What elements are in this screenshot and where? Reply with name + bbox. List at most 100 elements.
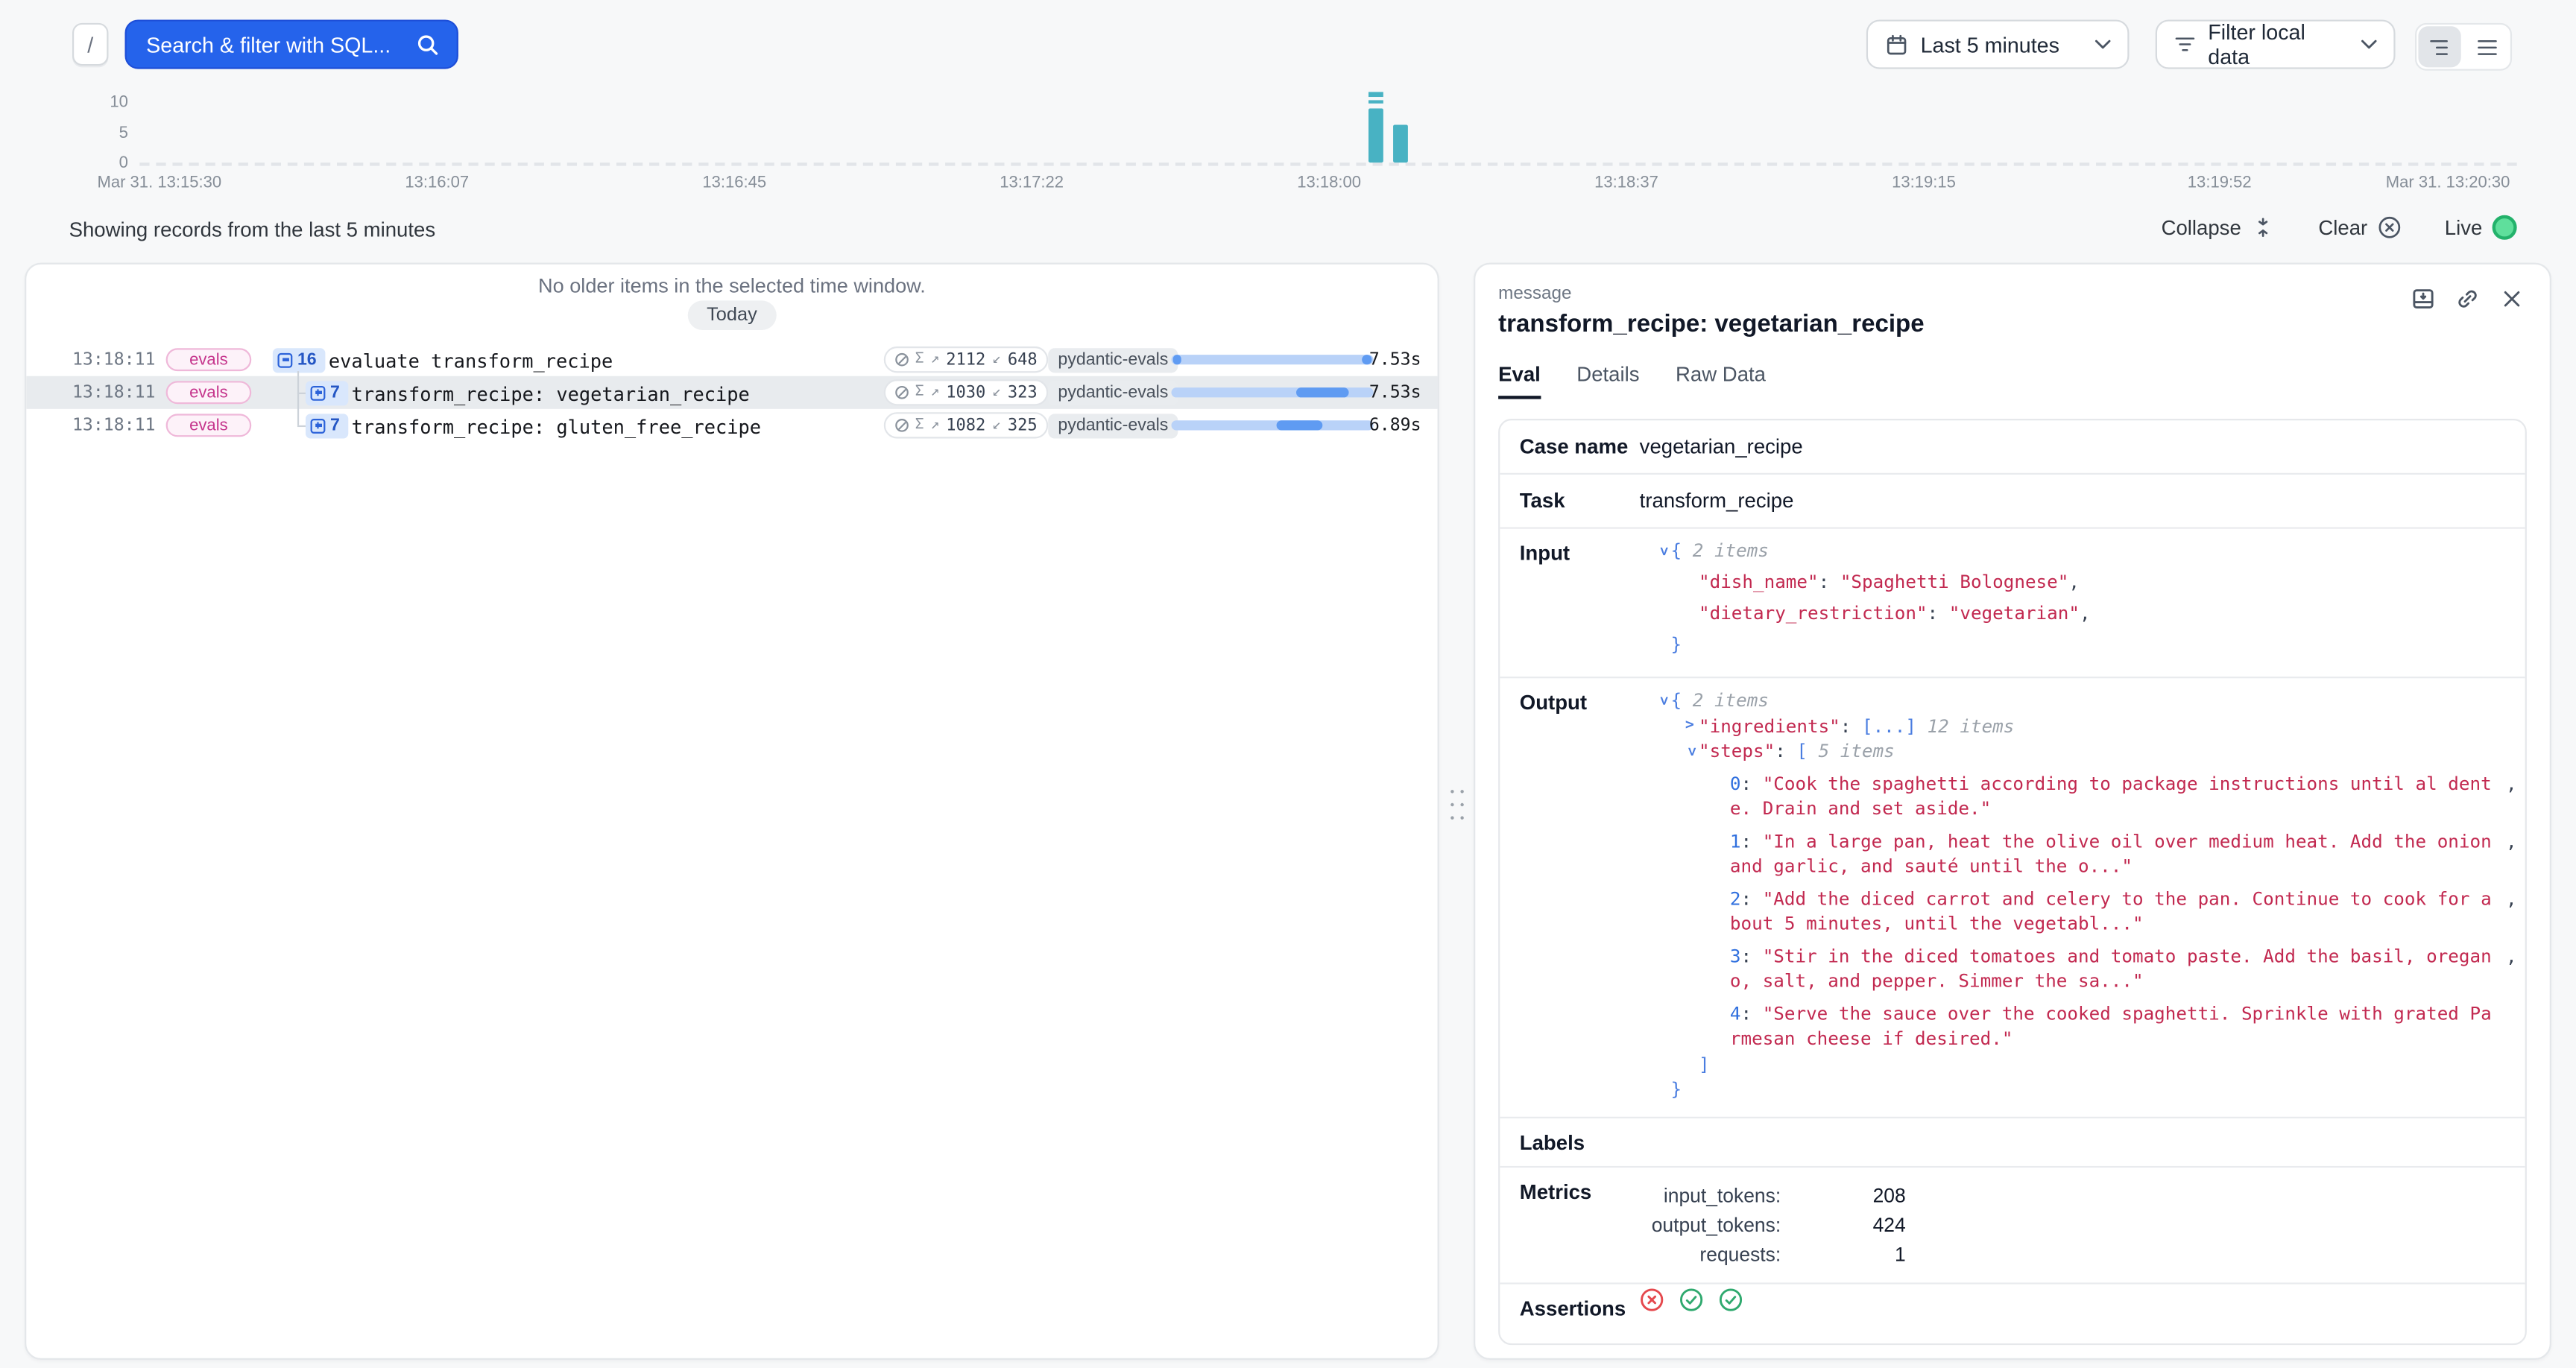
- row-timestamp: 13:18:11: [72, 416, 155, 435]
- input-json-viewer[interactable]: >{ 2 items"dish_name": "Spaghetti Bologn…: [1640, 529, 2525, 677]
- chevron-down-icon: [2361, 38, 2377, 51]
- span-detail-panel: message transform_recipe: vegetarian_rec…: [1474, 263, 2551, 1360]
- json-caret-icon[interactable]: >: [1649, 542, 1674, 560]
- case-name-row: Case name vegetarian_recipe: [1500, 420, 2525, 475]
- x-tick: 13:16:45: [702, 174, 766, 192]
- span-name[interactable]: transform_recipe: gluten_free_recipe: [352, 415, 761, 438]
- trace-row-gluten-free[interactable]: 13:18:11 evals 7 transform_recipe: glute…: [26, 409, 1437, 442]
- assertions-label: Assertions: [1500, 1283, 1639, 1332]
- chevron-down-icon: [2094, 38, 2111, 51]
- metric-key: requests:: [1640, 1239, 1781, 1269]
- showing-records-text: Showing records from the last 5 minutes: [69, 218, 436, 241]
- clear-icon: [2377, 215, 2402, 240]
- span-count-badge[interactable]: 7: [306, 380, 348, 405]
- filter-local-data-dropdown[interactable]: Filter local data: [2156, 19, 2396, 69]
- flat-view-toggle[interactable]: [2466, 26, 2508, 67]
- clear-label: Clear: [2318, 216, 2367, 239]
- tokens-in-count: 1030: [946, 384, 985, 402]
- metric-value: 1: [1781, 1239, 1906, 1269]
- collapse-icon: [2251, 215, 2276, 240]
- sigma-icon: Σ: [915, 417, 924, 434]
- expand-box-icon: [311, 385, 326, 400]
- duration: 7.53s: [1369, 383, 1421, 402]
- json-caret-icon[interactable]: >: [1681, 714, 1699, 739]
- tokens-out-icon: ↙: [992, 417, 1001, 434]
- scope-tag: pydantic-evals: [1048, 380, 1178, 405]
- panel-resize-handle[interactable]: [1450, 790, 1465, 820]
- timeline-overflow-mark: [1368, 99, 1383, 104]
- assertion-fail-icon[interactable]: [1640, 1287, 1664, 1311]
- slash-shortcut-key: /: [72, 23, 108, 66]
- duration-bar[interactable]: [1172, 387, 1374, 397]
- records-timeline-chart[interactable]: 10 5 0 Mar 31. 13:15:30 13:16:07 13:16:4…: [0, 82, 2576, 190]
- input-label: Input: [1500, 529, 1639, 578]
- labels-value: [1640, 1118, 2525, 1144]
- sql-search-button[interactable]: Search & filter with SQL...: [125, 19, 458, 69]
- tokens-out-count: 648: [1008, 351, 1038, 369]
- trace-row-vegetarian[interactable]: 13:18:11 evals 7 transform_recipe: veget…: [26, 376, 1437, 409]
- tokens-out-icon: ↙: [992, 384, 1001, 401]
- json-caret-icon[interactable]: >: [1677, 743, 1702, 761]
- assertion-pass-icon[interactable]: [1718, 1287, 1743, 1311]
- token-stats-badge: Σ ↗ 2112 ↙ 648: [884, 346, 1049, 373]
- output-json-viewer[interactable]: >{ 2 items>"ingredients": [...] 12 items…: [1640, 678, 2525, 1115]
- x-tick: 13:16:07: [405, 174, 469, 192]
- tokens-in-icon: ↗: [930, 417, 939, 434]
- metrics-label: Metrics: [1500, 1167, 1639, 1216]
- expand-box-icon: [311, 418, 326, 433]
- assertions-icons: [1640, 1283, 2525, 1324]
- collapse-label: Collapse: [2162, 216, 2241, 239]
- output-row: Output >{ 2 items>"ingredients": [...] 1…: [1500, 678, 2525, 1118]
- sql-search-label: Search & filter with SQL...: [146, 32, 391, 57]
- close-icon[interactable]: [2497, 284, 2527, 314]
- case-name-value: vegetarian_recipe: [1640, 422, 2525, 471]
- y-tick: 0: [92, 154, 127, 172]
- tree-connector: [297, 371, 299, 425]
- x-tick: 13:19:15: [1892, 174, 1956, 192]
- metric-value: 424: [1781, 1209, 1906, 1239]
- detail-tabs: Eval Details Raw Data: [1498, 363, 2527, 399]
- tab-raw-data[interactable]: Raw Data: [1676, 363, 1766, 399]
- span-count-badge[interactable]: 7: [306, 413, 348, 437]
- detail-title: transform_recipe: vegetarian_recipe: [1498, 311, 2527, 338]
- live-label: Live: [2445, 216, 2483, 239]
- collapse-button[interactable]: Collapse: [2162, 215, 2276, 240]
- live-toggle[interactable]: Live: [2445, 215, 2517, 240]
- output-label: Output: [1500, 678, 1639, 727]
- span-count-badge[interactable]: 16: [273, 347, 325, 372]
- archive-icon[interactable]: [2408, 284, 2438, 314]
- span-name[interactable]: transform_recipe: vegetarian_recipe: [352, 381, 750, 405]
- search-icon: [416, 32, 441, 57]
- x-tick: Mar 31. 13:20:30: [2386, 174, 2510, 192]
- collapse-box-icon: [277, 352, 292, 367]
- timeline-bar[interactable]: [1368, 109, 1383, 162]
- duration: 6.89s: [1369, 416, 1421, 435]
- link-icon[interactable]: [2453, 284, 2483, 314]
- trace-row-evaluate[interactable]: 13:18:11 evals 16 evaluate transform_rec…: [26, 343, 1437, 376]
- token-stats-badge: Σ ↗ 1082 ↙ 325: [884, 412, 1049, 438]
- y-tick: 10: [92, 94, 127, 112]
- tree-view-toggle[interactable]: [2418, 26, 2460, 67]
- trace-list-panel: No older items in the selected time wind…: [25, 263, 1439, 1360]
- row-timestamp: 13:18:11: [72, 349, 155, 369]
- duration-bar[interactable]: [1172, 355, 1374, 364]
- empty-window-notice: No older items in the selected time wind…: [26, 274, 1437, 297]
- day-separator-pill: Today: [687, 300, 777, 330]
- filter-icon: [2174, 33, 2197, 56]
- tab-details[interactable]: Details: [1576, 363, 1639, 399]
- timeline-bar[interactable]: [1393, 124, 1408, 162]
- tab-eval[interactable]: Eval: [1498, 363, 1541, 399]
- x-tick: Mar 31. 13:15:30: [97, 174, 221, 192]
- clear-button[interactable]: Clear: [2318, 215, 2402, 240]
- metric-key: input_tokens:: [1640, 1180, 1781, 1210]
- timeline-baseline: [139, 162, 2516, 165]
- x-tick: 13:18:00: [1297, 174, 1361, 192]
- span-name[interactable]: evaluate transform_recipe: [329, 349, 613, 372]
- json-caret-icon[interactable]: >: [1649, 691, 1674, 709]
- time-range-dropdown[interactable]: Last 5 minutes: [1866, 19, 2130, 69]
- logfire-app: / Search & filter with SQL... Last 5 min…: [0, 0, 2576, 1368]
- env-badge: evals: [166, 414, 252, 437]
- duration-bar[interactable]: [1172, 420, 1374, 430]
- tokens-in-count: 2112: [946, 351, 985, 369]
- assertion-pass-icon[interactable]: [1679, 1287, 1704, 1311]
